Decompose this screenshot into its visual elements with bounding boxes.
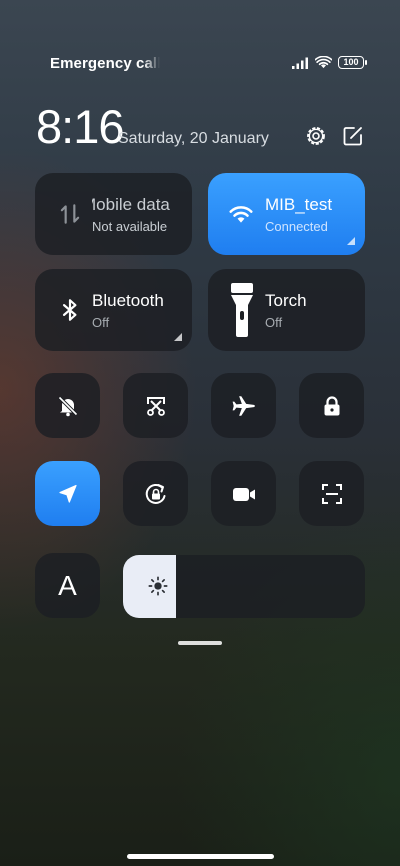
brightness-slider[interactable] (123, 555, 365, 618)
bluetooth-title: Bluetooth (92, 291, 164, 310)
status-icons: 100 (292, 56, 367, 69)
video-camera-icon (232, 487, 255, 501)
lock-toggle[interactable] (299, 373, 364, 438)
gear-icon[interactable] (304, 124, 328, 148)
mobile-data-subtitle: Not available (92, 219, 168, 234)
font-size-label: A (58, 569, 77, 601)
edit-icon[interactable] (341, 124, 365, 148)
clock-row: 8:16 Saturday, 20 January (36, 102, 366, 152)
wifi-icon (229, 206, 253, 223)
font-size-button[interactable]: A (35, 553, 100, 618)
wifi-subtitle: Connected (265, 219, 328, 234)
torch-tile[interactable]: Torch Off (208, 269, 365, 351)
bluetooth-icon (62, 299, 77, 321)
torch-subtitle: Off (265, 315, 283, 330)
bluetooth-tile[interactable]: Bluetooth Off (35, 269, 192, 351)
airplane-icon (232, 395, 255, 416)
lock-icon (324, 395, 339, 415)
location-arrow-icon (58, 484, 77, 503)
brightness-sun-icon (148, 576, 168, 596)
torch-icon (231, 283, 253, 337)
battery-icon: 100 (338, 56, 367, 69)
mobile-data-text: Mobile data Not available (92, 191, 192, 241)
scan-toggle[interactable] (299, 461, 364, 526)
rotation-lock-icon (145, 483, 165, 504)
wifi-tile[interactable]: MIB_test Connected (208, 173, 365, 255)
panel-drag-handle[interactable] (178, 641, 222, 645)
screenshot-toggle[interactable] (123, 373, 188, 438)
mobile-data-tile[interactable]: Mobile data Not available (35, 173, 192, 255)
mobile-data-title: Mobile data (92, 195, 170, 214)
scan-icon (321, 483, 342, 504)
airplane-toggle[interactable] (211, 373, 276, 438)
status-bar: Emergency calls 100 (0, 0, 400, 72)
location-toggle[interactable] (35, 461, 100, 526)
clock-date: Saturday, 20 January (118, 130, 269, 147)
torch-title: Torch (265, 291, 307, 310)
bluetooth-subtitle: Off (92, 315, 110, 330)
signal-icon (292, 57, 308, 69)
wifi-title: MIB_test (265, 195, 333, 214)
screenshot-crop-icon (146, 396, 165, 416)
clock-time: 8:16 (36, 100, 124, 153)
bell-off-icon (57, 395, 78, 416)
wifi-expand-icon[interactable] (347, 237, 355, 245)
silent-toggle[interactable] (35, 373, 100, 438)
mobile-data-icon (60, 204, 80, 224)
carrier-label: Emergency calls (50, 55, 160, 72)
rotation-lock-toggle[interactable] (123, 461, 188, 526)
bluetooth-expand-icon[interactable] (174, 333, 182, 341)
home-indicator[interactable] (127, 854, 274, 859)
wifi-status-icon (315, 56, 332, 69)
video-toggle[interactable] (211, 461, 276, 526)
